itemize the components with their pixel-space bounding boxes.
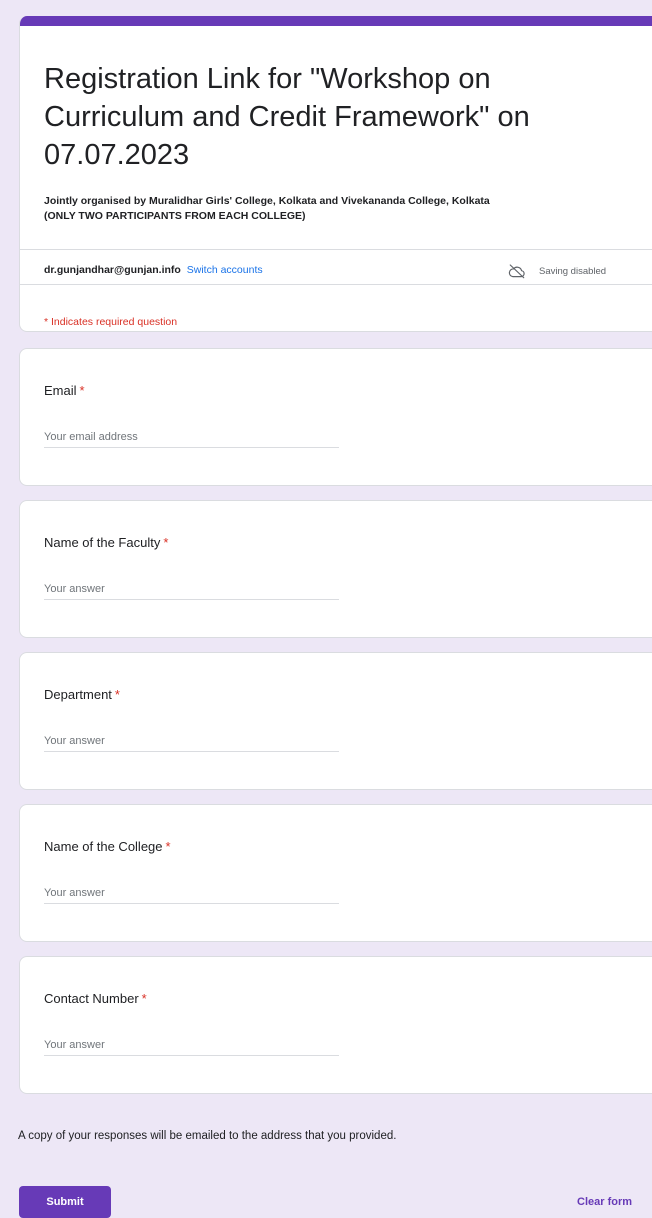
contact-number-input[interactable] (44, 1035, 339, 1056)
question-label-text: Email (44, 383, 77, 398)
question-label-text: Department (44, 687, 112, 702)
college-name-input[interactable] (44, 883, 339, 904)
form-title: Registration Link for "Workshop on Curri… (44, 63, 530, 171)
question-card-department: Department * (19, 652, 652, 790)
question-label-text: Name of the College (44, 839, 163, 854)
question-card-email: Email * (19, 348, 652, 486)
saving-status-text: Saving disabled (539, 265, 607, 277)
required-asterisk: * (141, 991, 147, 1006)
form-description-line-2: (ONLY TWO PARTICIPANTS FROM EACH COLLEGE… (44, 210, 306, 222)
header-accent-bar (20, 16, 652, 26)
question-label: Contact Number * (44, 991, 147, 1006)
form-description: Jointly organised by Muralidhar Girls' C… (44, 194, 652, 224)
cloud-off-icon (508, 264, 525, 279)
response-copy-note: A copy of your responses will be emailed… (18, 1130, 397, 1142)
question-card-contact-number: Contact Number * (19, 956, 652, 1094)
question-label: Department * (44, 687, 120, 702)
department-input[interactable] (44, 731, 339, 752)
form-header-card: Registration Link for "Workshop on Curri… (19, 16, 652, 332)
account-email: dr.gunjandhar@gunjan.info (44, 264, 181, 276)
required-asterisk: * (114, 687, 120, 702)
submit-button[interactable]: Submit (19, 1186, 111, 1218)
required-asterisk: * (165, 839, 171, 854)
required-asterisk: * (79, 383, 85, 398)
email-input[interactable] (44, 427, 339, 448)
switch-accounts-link[interactable]: Switch accounts (187, 264, 263, 276)
required-question-note: * Indicates required question (44, 316, 178, 328)
question-label-text: Name of the Faculty (44, 535, 161, 550)
required-asterisk: * (163, 535, 169, 550)
question-label: Name of the College * (44, 839, 171, 854)
question-label: Email * (44, 383, 85, 398)
question-label: Name of the Faculty * (44, 535, 168, 550)
account-divider (20, 284, 652, 285)
saving-status: Saving disabled (508, 263, 606, 279)
question-card-college-name: Name of the College * (19, 804, 652, 942)
question-card-faculty-name: Name of the Faculty * (19, 500, 652, 638)
faculty-name-input[interactable] (44, 579, 339, 600)
header-divider (20, 249, 652, 250)
question-label-text: Contact Number (44, 991, 139, 1006)
account-row: dr.gunjandhar@gunjan.info Switch account… (44, 264, 263, 276)
form-description-line-1: Jointly organised by Muralidhar Girls' C… (44, 195, 490, 207)
clear-form-button[interactable]: Clear form (577, 1196, 632, 1208)
